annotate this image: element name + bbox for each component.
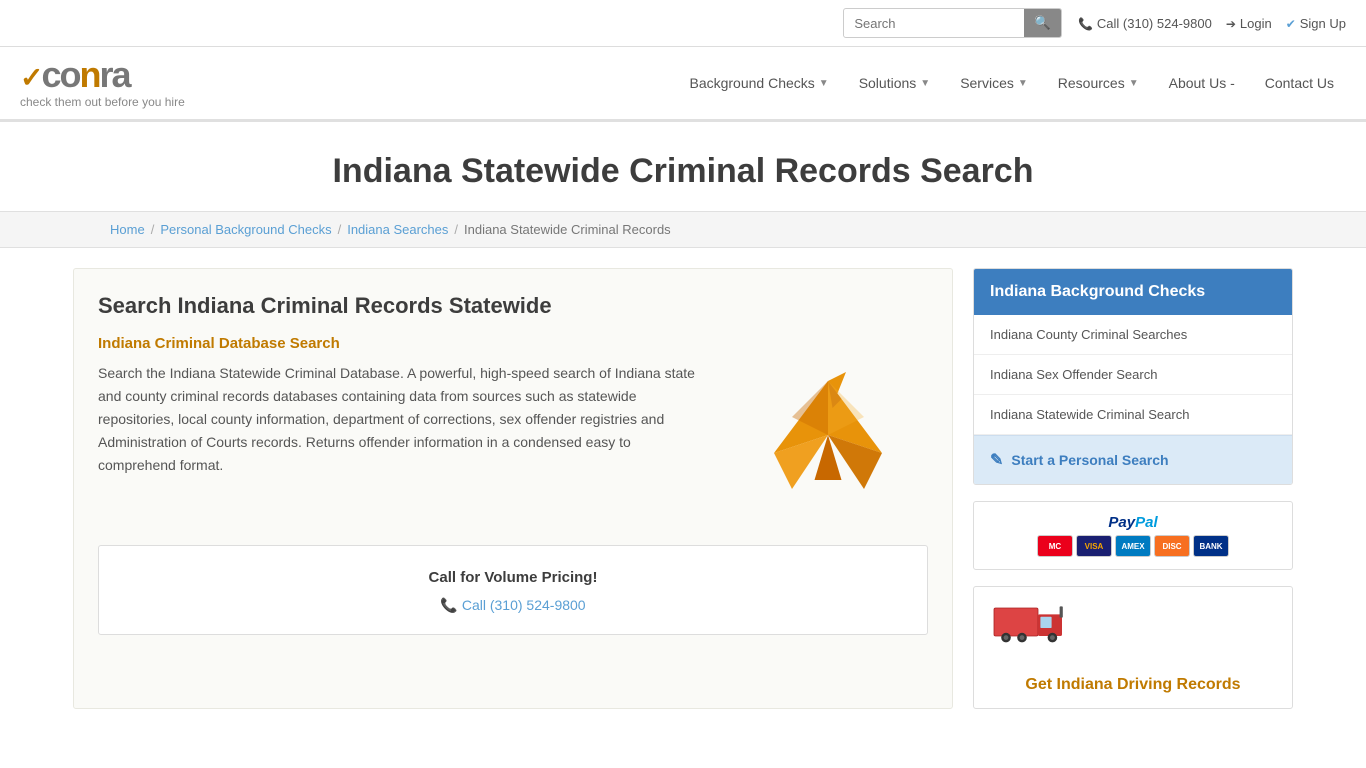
sidebar-header: Indiana Background Checks: [974, 269, 1292, 315]
breadcrumb-current: Indiana Statewide Criminal Records: [464, 222, 671, 237]
origami-crane-svg: [738, 345, 918, 525]
content-body: Search the Indiana Statewide Criminal Da…: [98, 362, 708, 477]
nav-label: Background Checks: [689, 75, 814, 91]
nav-services[interactable]: Services ▼: [948, 67, 1040, 99]
content-left: Search Indiana Criminal Records Statewid…: [73, 268, 953, 709]
login-icon: [1226, 16, 1236, 31]
chevron-down-icon: ▼: [1018, 78, 1028, 89]
discover-icon: DISC: [1154, 535, 1190, 557]
signup-label: Sign Up: [1300, 16, 1346, 31]
separator: /: [338, 222, 342, 237]
search-button[interactable]: 🔍: [1024, 9, 1061, 37]
nav-about[interactable]: About Us -: [1157, 67, 1247, 99]
cta-label: Start a Personal Search: [1011, 452, 1168, 468]
sidebar-item-statewide[interactable]: Indiana Statewide Criminal Search: [974, 395, 1292, 435]
search-wrap[interactable]: 🔍: [843, 8, 1062, 38]
content-subheading: Indiana Criminal Database Search: [98, 335, 708, 352]
call-volume-box: Call for Volume Pricing! 📞 Call (310) 52…: [98, 545, 928, 635]
driving-records-box: Get Indiana Driving Records: [973, 586, 1293, 709]
signup-link[interactable]: Sign Up: [1286, 16, 1346, 31]
truck-svg: [990, 599, 1070, 649]
call-link[interactable]: Call (310) 524-9800: [1078, 16, 1212, 31]
paypal-cards: MC VISA AMEX DISC BANK: [986, 535, 1280, 557]
origami-bird-image: [728, 335, 928, 525]
chevron-down-icon: ▼: [819, 78, 829, 89]
nav-label: Contact Us: [1265, 75, 1334, 91]
nav-label: About Us -: [1169, 75, 1235, 91]
truck-image: [990, 599, 1070, 652]
login-link[interactable]: Login: [1226, 16, 1272, 31]
logo-wrap: ✓conra check them out before you hire: [20, 57, 185, 109]
sidebar-item-county[interactable]: Indiana County Criminal Searches: [974, 315, 1292, 355]
nav-label: Services: [960, 75, 1014, 91]
nav-background-checks[interactable]: Background Checks ▼: [677, 67, 840, 99]
chevron-down-icon: ▼: [920, 78, 930, 89]
paypal-text: PayPal: [986, 514, 1280, 531]
personal-search-icon: ✎: [990, 450, 1003, 470]
signup-icon: [1286, 16, 1296, 31]
paypal-box: PayPal MC VISA AMEX DISC BANK: [973, 501, 1293, 570]
content-top: Indiana Criminal Database Search Search …: [98, 335, 928, 525]
content-heading: Search Indiana Criminal Records Statewid…: [98, 293, 928, 319]
main-nav: Background Checks ▼ Solutions ▼ Services…: [677, 67, 1346, 99]
indiana-checks-box: Indiana Background Checks Indiana County…: [973, 268, 1293, 485]
nav-label: Solutions: [859, 75, 917, 91]
nav-solutions[interactable]: Solutions ▼: [847, 67, 943, 99]
call-phone-label: Call (310) 524-9800: [462, 597, 586, 613]
call-label: Call (310) 524-9800: [1097, 16, 1212, 31]
chevron-down-icon: ▼: [1129, 78, 1139, 89]
separator: /: [151, 222, 155, 237]
breadcrumb-personal[interactable]: Personal Background Checks: [160, 222, 331, 237]
breadcrumb-home[interactable]: Home: [110, 222, 145, 237]
content-text: Indiana Criminal Database Search Search …: [98, 335, 708, 525]
bank-icon: BANK: [1193, 535, 1229, 557]
logo-text: ✓conra: [20, 57, 185, 93]
mastercard-icon: MC: [1037, 535, 1073, 557]
sidebar-cta-personal-search[interactable]: ✎ Start a Personal Search: [974, 435, 1292, 484]
search-input[interactable]: [844, 11, 1024, 36]
header: ✓conra check them out before you hire Ba…: [0, 47, 1366, 122]
breadcrumb-indiana[interactable]: Indiana Searches: [347, 222, 448, 237]
login-label: Login: [1240, 16, 1272, 31]
amex-icon: AMEX: [1115, 535, 1151, 557]
main-content: Search Indiana Criminal Records Statewid…: [53, 268, 1313, 709]
call-title: Call for Volume Pricing!: [119, 566, 907, 591]
visa-icon: VISA: [1076, 535, 1112, 557]
phone-icon-small: 📞: [440, 597, 457, 614]
sidebar: Indiana Background Checks Indiana County…: [973, 268, 1293, 709]
top-bar: 🔍 Call (310) 524-9800 Login Sign Up: [0, 0, 1366, 47]
page-title: Indiana Statewide Criminal Records Searc…: [20, 152, 1346, 191]
top-links: Call (310) 524-9800 Login Sign Up: [1078, 16, 1346, 31]
separator: /: [454, 222, 458, 237]
logo[interactable]: ✓conra check them out before you hire: [20, 57, 185, 109]
call-phone-link[interactable]: 📞 Call (310) 524-9800: [119, 597, 907, 614]
breadcrumb: Home / Personal Background Checks / Indi…: [0, 211, 1366, 248]
driving-content: [974, 587, 1292, 664]
nav-label: Resources: [1058, 75, 1125, 91]
sidebar-item-sex-offender[interactable]: Indiana Sex Offender Search: [974, 355, 1292, 395]
nav-contact[interactable]: Contact Us: [1253, 67, 1346, 99]
nav-resources[interactable]: Resources ▼: [1046, 67, 1151, 99]
page-title-section: Indiana Statewide Criminal Records Searc…: [0, 122, 1366, 211]
driving-title[interactable]: Get Indiana Driving Records: [990, 676, 1276, 694]
logo-tagline: check them out before you hire: [20, 95, 185, 109]
phone-icon: [1078, 16, 1093, 31]
